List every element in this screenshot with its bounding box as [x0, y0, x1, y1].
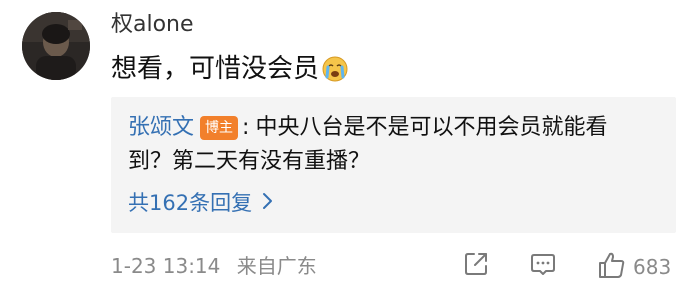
comment-text-row: 想看，可惜没会员 [111, 50, 349, 88]
avatar[interactable] [22, 12, 90, 80]
reply-author-link[interactable]: 张颂文 [128, 113, 194, 143]
view-replies-link[interactable]: 共162条回复 [128, 188, 274, 218]
reply-text-line1: 中央八台是不是可以不用会员就能看 [255, 115, 608, 140]
like-count: 683 [633, 255, 672, 279]
thumbs-up-icon [597, 250, 627, 284]
action-bar: 683 [0, 250, 696, 282]
reply-text-line2: 到？第二天有没有重播？ [128, 149, 371, 174]
like-button[interactable]: 683 [597, 250, 671, 284]
reply-separator: : [242, 115, 250, 140]
crying-face-icon [321, 55, 349, 83]
comment-text: 想看，可惜没会员 [111, 54, 320, 84]
reply-preview[interactable]: 张颂文 博主 : 中央八台是不是可以不用会员就能看 到？第二天有没有重播？ 共1… [111, 97, 676, 233]
author-badge: 博主 [200, 116, 239, 140]
view-replies-label: 共162条回复 [128, 191, 253, 215]
share-button[interactable] [462, 250, 490, 282]
share-icon [462, 250, 490, 282]
comment-icon [529, 250, 557, 282]
chevron-right-icon [262, 188, 274, 218]
username[interactable]: 权alone [111, 10, 194, 40]
reply-first-line: 张颂文 博主 : 中央八台是不是可以不用会员就能看 [128, 113, 607, 143]
reply-button[interactable] [529, 250, 557, 282]
